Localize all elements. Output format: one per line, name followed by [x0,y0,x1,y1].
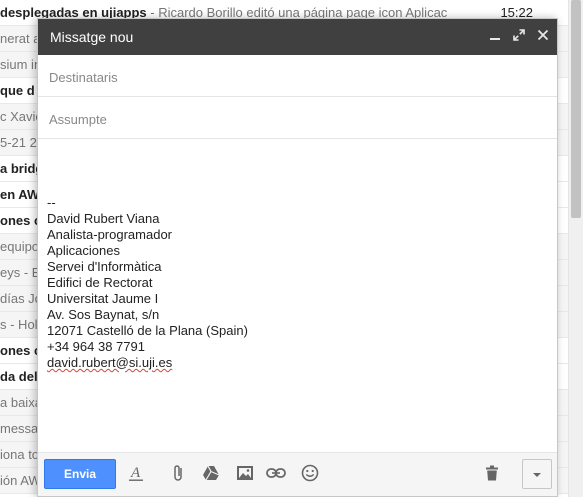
photo-icon[interactable] [235,463,255,483]
inbox-row-text: nerat a [0,31,41,46]
subject-field [38,98,557,140]
inbox-row-text: eys - E [0,265,41,280]
inbox-row-text: iona to [0,447,40,462]
recipients-field [38,56,557,98]
more-options-button[interactable] [522,459,552,489]
inbox-row-text: messa [0,421,39,436]
inbox-row-text: sium in [0,57,42,72]
popout-icon[interactable] [508,19,530,55]
compose-window: Missatge nou --David Rubert VianaAnalist… [37,18,558,497]
message-body[interactable]: -- David Rubert Viana Analista-programador… [47,141,547,461]
signature-line: -- [47,195,56,210]
minimize-icon[interactable] [484,19,506,55]
inbox-row-text: días Jo [0,291,42,306]
trash-icon[interactable] [482,463,502,483]
send-button[interactable]: Envia [44,459,116,489]
signature-email: david.rubert@si.uji.es [47,355,173,370]
compose-toolbar: Envia A [38,452,557,496]
inbox-row-text: ión AW [0,473,41,488]
inbox-row-text: que d [0,83,35,98]
inbox-row-text: ones c [0,343,42,358]
compose-title: Missatge nou [50,29,134,45]
signature-line: Edifici de Rectorat [47,275,153,290]
inbox-row-text: equipo [0,239,40,254]
emoji-icon[interactable] [300,463,320,483]
link-icon[interactable] [266,463,286,483]
compose-header[interactable]: Missatge nou [38,19,557,55]
inbox-row-text: a baixa [0,395,42,410]
signature-line: Av. Sos Baynat, s/n [47,307,160,322]
signature-line: Servei d'Informàtica [47,259,162,274]
drive-icon[interactable] [201,463,221,483]
signature-block: -- David Rubert Viana Analista-programador… [47,195,547,355]
signature-line: Analista-programador [47,227,173,242]
inbox-row-text: ones c [0,213,42,228]
signature-line: Universitat Jaume I [47,291,159,306]
signature-line: +34 964 38 7791 [47,339,145,354]
inbox-row-text: s - Hol [0,317,38,332]
signature-line: Aplicaciones [47,243,120,258]
inbox-row-text: en AW [0,187,40,202]
signature-line: David Rubert Viana [47,211,160,226]
subject-input[interactable] [47,98,541,140]
signature-line: 12071 Castelló de la Plana (Spain) [47,323,248,338]
chevron-down-icon [532,465,542,483]
svg-text:A: A [130,465,141,481]
recipients-input[interactable] [47,56,541,98]
close-icon[interactable] [532,19,554,55]
format-text-icon[interactable]: A [126,463,146,483]
scrollbar-thumb[interactable] [571,0,581,218]
paperclip-icon[interactable] [169,463,189,483]
